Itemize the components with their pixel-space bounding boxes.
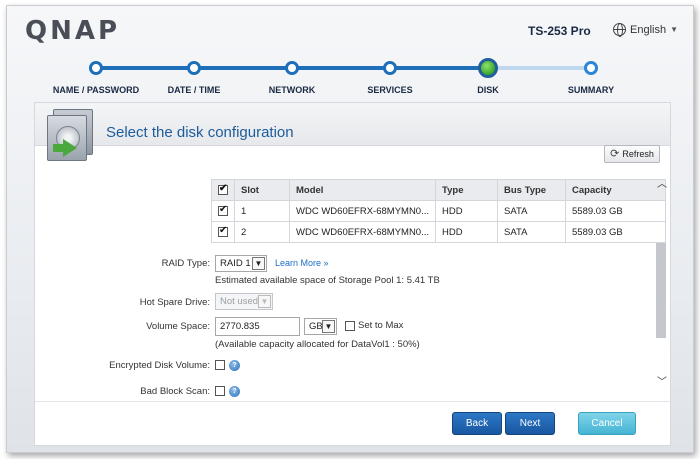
globe-icon [613, 23, 626, 37]
learn-more-link[interactable]: Learn More » [275, 258, 329, 268]
type-cell: HDD [435, 200, 499, 222]
hot-spare-label: Hot Spare Drive: [139, 297, 210, 308]
step-label-date-time: DATE / TIME [167, 85, 221, 95]
disk-checkbox[interactable] [218, 204, 228, 216]
step-dot-network [285, 61, 299, 75]
qnap-logo: QNAP [25, 16, 121, 46]
chevron-down-icon: ▼ [670, 25, 678, 34]
bad-block-scan-checkbox[interactable] [215, 386, 225, 396]
column-header-capacity: Capacity [565, 179, 666, 201]
raid-type-value: RAID 1 [220, 258, 251, 269]
step-label-summary: SUMMARY [567, 85, 615, 95]
bus-type-cell: SATA [497, 221, 567, 243]
device-model: TS-253 Pro [528, 24, 591, 38]
step-dot-summary [584, 61, 598, 75]
language-selector[interactable]: English ▼ [613, 23, 678, 37]
panel-title: Select the disk configuration [106, 124, 294, 141]
help-icon[interactable]: ? [229, 386, 240, 397]
step-dot-date-time [187, 61, 201, 75]
raid-type-select[interactable]: RAID 1 ▼ [215, 255, 267, 272]
hot-spare-value: Not used [220, 296, 259, 307]
table-row[interactable]: 2 WDC WD60EFRX-68MYMN0... HDD SATA 5589.… [211, 221, 666, 243]
bus-type-cell: SATA [497, 200, 567, 222]
model-cell: WDC WD60EFRX-68MYMN0... [288, 221, 437, 243]
step-label-disk: DISK [477, 85, 499, 95]
set-to-max-checkbox[interactable] [345, 321, 355, 331]
setup-window: QNAP TS-253 Pro English ▼ NAME / PASSWOR… [6, 5, 694, 453]
select-all-cell[interactable] [211, 179, 235, 201]
chevron-down-icon: ▼ [258, 295, 271, 308]
step-label-services: SERVICES [367, 85, 413, 95]
disk-table: Slot Model Type Bus Type Capacity 1 WDC … [211, 179, 666, 243]
set-to-max-label: Set to Max [358, 320, 404, 331]
step-label-name-password: NAME / PASSWORD [52, 85, 140, 95]
row-select-cell[interactable] [211, 221, 235, 243]
type-cell: HDD [435, 221, 499, 243]
estimated-space-note: Estimated available space of Storage Poo… [215, 275, 440, 286]
volume-space-input[interactable]: 2770.835 [215, 317, 300, 336]
refresh-icon: ⟳ [610, 147, 620, 160]
volume-unit-value: GB [309, 321, 323, 332]
row-select-cell[interactable] [211, 200, 235, 222]
back-button[interactable]: Back [452, 412, 502, 435]
hard-disk-icon [47, 109, 95, 161]
step-dot-disk [478, 58, 498, 78]
slot-cell: 1 [234, 200, 290, 222]
column-header-type: Type [435, 179, 499, 201]
step-label-network: NETWORK [268, 85, 316, 95]
table-row[interactable]: 1 WDC WD60EFRX-68MYMN0... HDD SATA 5589.… [211, 200, 666, 222]
help-icon[interactable]: ? [229, 360, 240, 371]
model-cell: WDC WD60EFRX-68MYMN0... [288, 200, 437, 222]
volume-unit-select[interactable]: GB ▼ [304, 318, 337, 335]
slot-cell: 2 [234, 221, 290, 243]
raid-type-label: RAID Type: [161, 258, 210, 269]
footer-divider [35, 401, 670, 402]
disk-checkbox[interactable] [218, 225, 228, 237]
language-label: English [630, 23, 667, 36]
chevron-down-icon: ▼ [252, 257, 265, 270]
next-button[interactable]: Next [505, 412, 555, 435]
scrollbar-thumb[interactable] [656, 243, 666, 338]
encrypted-volume-checkbox[interactable] [215, 360, 225, 370]
capacity-cell: 5589.03 GB [565, 200, 666, 222]
column-header-model: Model [288, 179, 437, 201]
capacity-allocation-note: (Available capacity allocated for DataVo… [215, 339, 420, 350]
refresh-label: Refresh [622, 149, 654, 159]
hot-spare-select[interactable]: Not used ▼ [215, 293, 273, 310]
scroll-up-icon[interactable]: ︿ [657, 175, 667, 190]
refresh-button[interactable]: ⟳ Refresh [604, 145, 660, 163]
column-header-bus-type: Bus Type [497, 179, 567, 201]
step-dot-name-password [89, 61, 103, 75]
disk-config-panel: Select the disk configuration ⟳ Refresh … [34, 102, 671, 446]
volume-space-label: Volume Space: [146, 321, 210, 332]
select-all-checkbox[interactable] [218, 183, 228, 195]
chevron-down-icon: ▼ [322, 320, 335, 333]
column-header-slot: Slot [234, 179, 290, 201]
cancel-button[interactable]: Cancel [578, 412, 636, 435]
encrypted-volume-label: Encrypted Disk Volume: [109, 360, 210, 371]
scroll-down-icon[interactable]: ﹀ [657, 373, 667, 388]
step-dot-services [383, 61, 397, 75]
bad-block-scan-label: Bad Block Scan: [140, 386, 210, 397]
capacity-cell: 5589.03 GB [565, 221, 666, 243]
table-header-row: Slot Model Type Bus Type Capacity [211, 179, 666, 201]
